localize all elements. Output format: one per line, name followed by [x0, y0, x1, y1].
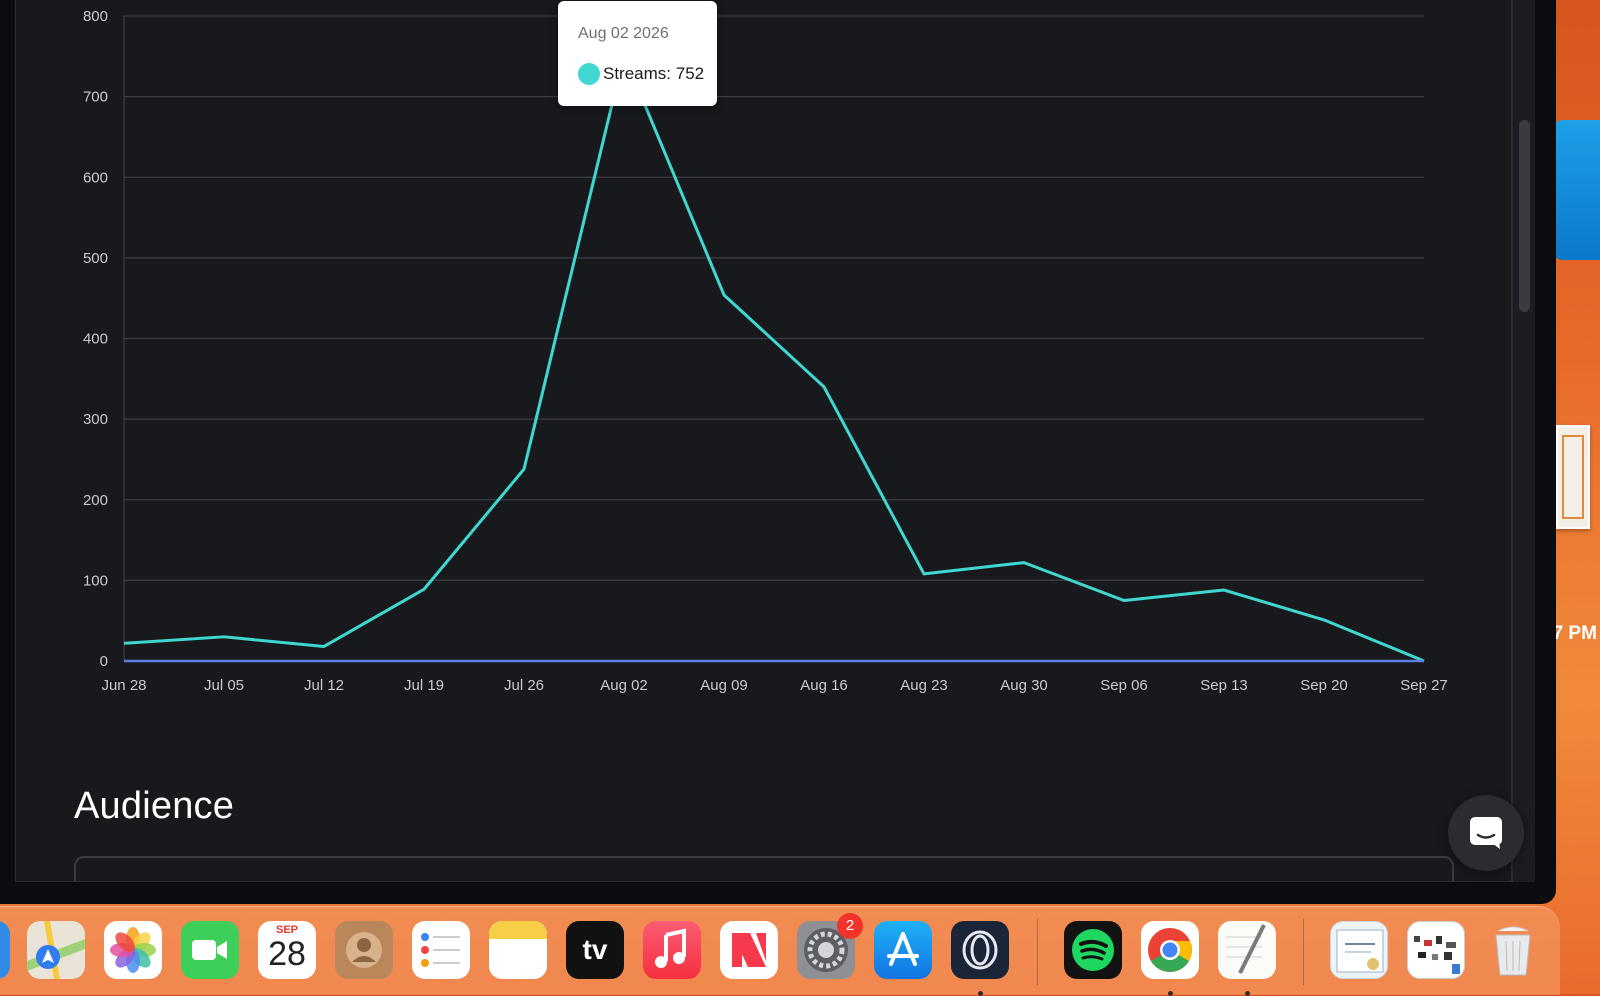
- contacts-icon[interactable]: [335, 921, 393, 979]
- dock: SEP 28 tv 2: [0, 906, 1560, 996]
- x-tick-label: Aug 16: [800, 677, 848, 694]
- y-tick-label: 100: [83, 572, 108, 589]
- x-tick-label: Jul 26: [504, 677, 544, 694]
- y-tick-label: 600: [83, 169, 108, 186]
- streams-line-chart: 0 100 200 300 400 500 600 700 800 Jun 28 Jul 05 Jul…: [83, 8, 1448, 694]
- calendar-day: 28: [268, 935, 306, 973]
- notes-icon[interactable]: [489, 921, 547, 979]
- apple-tv-icon[interactable]: tv: [566, 921, 624, 979]
- y-tick-label: 800: [83, 8, 108, 25]
- desktop-folder-tile[interactable]: [1553, 120, 1600, 260]
- spotify-icon[interactable]: [1064, 921, 1122, 979]
- textedit-icon[interactable]: [1218, 921, 1276, 979]
- chat-support-button[interactable]: [1448, 795, 1524, 871]
- y-tick-label: 400: [83, 331, 108, 348]
- audience-card: [74, 856, 1454, 881]
- y-tick-label: 300: [83, 411, 108, 428]
- x-tick-label: Aug 02: [600, 677, 648, 694]
- analytics-content: 0 100 200 300 400 500 600 700 800 Jun 28 Jul 05 Jul…: [15, 0, 1512, 882]
- tooltip-series-dot: [578, 63, 600, 85]
- tooltip-value: Streams: 752: [603, 64, 705, 83]
- dock-separator: [1037, 919, 1038, 985]
- streams-line: [123, 53, 1425, 663]
- scrollbar-thumb[interactable]: [1519, 120, 1530, 312]
- x-tick-label: Sep 06: [1100, 677, 1148, 694]
- dock-separator-2: [1303, 919, 1304, 985]
- audience-heading: Audience: [74, 785, 235, 827]
- photos-icon[interactable]: [104, 921, 162, 979]
- x-tick-label: Jul 19: [404, 677, 444, 694]
- x-tick-label: Sep 27: [1400, 677, 1448, 694]
- chrome-icon[interactable]: [1141, 921, 1199, 979]
- x-tick-label: Sep 13: [1200, 677, 1248, 694]
- trash-icon[interactable]: [1484, 921, 1542, 979]
- tooltip-date: Aug 02 2026: [578, 25, 669, 42]
- y-tick-label: 0: [100, 653, 108, 670]
- y-tick-label: 200: [83, 492, 108, 509]
- opera-icon[interactable]: [951, 921, 1009, 979]
- reminders-icon[interactable]: [412, 921, 470, 979]
- music-icon[interactable]: [643, 921, 701, 979]
- x-tick-label: Aug 30: [1000, 677, 1048, 694]
- chat-bubble-icon: [1470, 817, 1502, 849]
- facetime-icon[interactable]: [181, 921, 239, 979]
- x-tick-label: Sep 20: [1300, 677, 1348, 694]
- y-tick-label: 700: [83, 89, 108, 106]
- app-store-icon[interactable]: [874, 921, 932, 979]
- image-document-icon[interactable]: [1407, 921, 1465, 979]
- chart-tooltip: Aug 02 2026 Streams: 752: [558, 1, 717, 106]
- x-tick-label: Aug 09: [700, 677, 748, 694]
- x-tick-label: Aug 23: [900, 677, 948, 694]
- x-tick-label: Jul 05: [204, 677, 244, 694]
- calendar-icon[interactable]: SEP 28: [258, 921, 316, 979]
- desktop-document-thumbnail[interactable]: [1556, 425, 1590, 529]
- settings-badge: 2: [837, 913, 863, 939]
- apple-tv-label: tv: [582, 934, 608, 965]
- news-icon[interactable]: [720, 921, 778, 979]
- scrollbar[interactable]: [1512, 0, 1535, 882]
- x-tick-label: Jul 12: [304, 677, 344, 694]
- partial-app-icon[interactable]: [0, 921, 10, 979]
- app-window: 0 100 200 300 400 500 600 700 800 Jun 28 Jul 05 Jul…: [0, 0, 1556, 904]
- y-tick-label: 500: [83, 250, 108, 267]
- certificate-document-icon[interactable]: [1330, 921, 1388, 979]
- x-tick-label: Jun 28: [101, 677, 146, 694]
- maps-icon[interactable]: [27, 921, 85, 979]
